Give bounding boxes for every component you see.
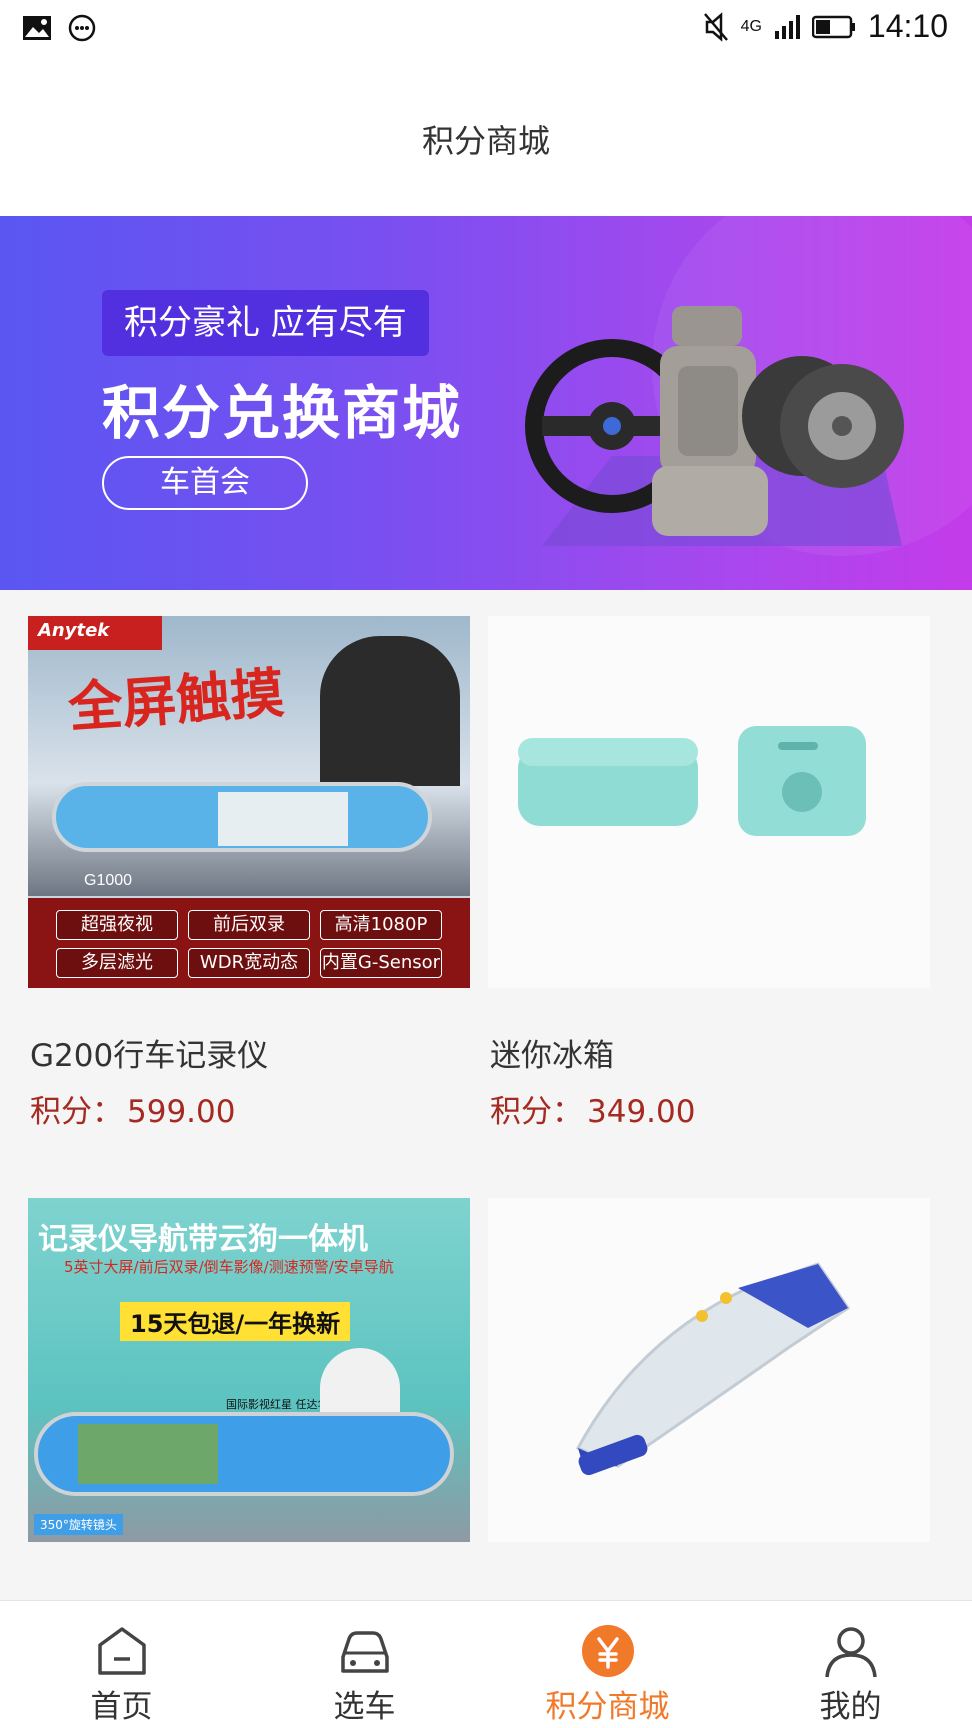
product-price: 积分： 599.00 bbox=[30, 1086, 235, 1131]
image-corner-label: 350°旋转镜头 bbox=[34, 1514, 123, 1535]
banner-headline: 积分兑换商城 bbox=[102, 379, 463, 447]
signal-icon bbox=[774, 14, 800, 39]
spokesperson-image bbox=[320, 636, 460, 786]
image-promo: 15天包退/一年换新 bbox=[120, 1302, 351, 1341]
mute-icon bbox=[703, 11, 728, 42]
tab-profile[interactable]: 我的 bbox=[729, 1601, 972, 1728]
status-bar: 4G 14:10 bbox=[0, 0, 972, 56]
product-card[interactable]: Anytek 全屏触摸 G1000 超强夜视 前后双录 高清1080P 多层滤光… bbox=[28, 616, 470, 1130]
feature-tag: 高清1080P bbox=[320, 910, 442, 940]
promo-banner[interactable]: 积分豪礼 应有尽有 积分兑换商城 车首会 bbox=[0, 216, 972, 590]
mini-fridge-image bbox=[518, 726, 866, 836]
tab-label: 积分商城 bbox=[545, 1689, 670, 1725]
tab-label: 选车 bbox=[333, 1689, 396, 1725]
product-image[interactable] bbox=[488, 1198, 930, 1542]
tab-home[interactable]: 首页 bbox=[0, 1601, 243, 1728]
feature-tag: 超强夜视 bbox=[56, 910, 178, 940]
price-value: 349.00 bbox=[587, 1094, 696, 1130]
price-label: 积分： bbox=[490, 1094, 583, 1130]
feature-tag: WDR宽动态 bbox=[188, 948, 310, 978]
profile-icon bbox=[824, 1627, 877, 1678]
banner-button[interactable]: 车首会 bbox=[102, 456, 308, 510]
car-vacuum-image bbox=[575, 1262, 851, 1476]
tab-label: 我的 bbox=[819, 1689, 882, 1725]
clock: 14:10 bbox=[867, 8, 948, 44]
image-icon bbox=[23, 16, 51, 40]
battery-icon bbox=[811, 15, 855, 38]
feature-tag: 前后双录 bbox=[188, 910, 310, 940]
tab-points-mall[interactable]: 积分商城 bbox=[486, 1601, 729, 1728]
price-value: 599.00 bbox=[127, 1094, 236, 1130]
car-accessories-illustration bbox=[525, 306, 904, 546]
brand-logo: Anytek bbox=[38, 620, 110, 641]
feature-tag: 内置G-Sensor bbox=[320, 948, 442, 978]
price-label: 积分： bbox=[30, 1094, 123, 1130]
image-endorser: 国际影视红星 任达华 bbox=[226, 1398, 329, 1411]
model-number: G1000 bbox=[84, 872, 133, 889]
car-icon bbox=[340, 1631, 389, 1673]
image-headline: 记录仪导航带云狗一体机 bbox=[38, 1222, 368, 1257]
product-card[interactable] bbox=[488, 1198, 930, 1542]
tab-label: 首页 bbox=[90, 1689, 153, 1725]
feature-tag: 多层滤光 bbox=[56, 948, 178, 978]
product-image[interactable]: Anytek 全屏触摸 G1000 超强夜视 前后双录 高清1080P 多层滤光… bbox=[28, 616, 470, 988]
product-image[interactable]: 记录仪导航带云狗一体机 5英寸大屏/前后双录/倒车影像/测速预警/安卓导航 15… bbox=[28, 1198, 470, 1542]
image-subline: 5英寸大屏/前后双录/倒车影像/测速预警/安卓导航 bbox=[64, 1258, 394, 1276]
product-image[interactable] bbox=[488, 616, 930, 988]
product-card[interactable]: 迷你冰箱 积分： 349.00 bbox=[488, 616, 930, 1130]
product-card[interactable]: 记录仪导航带云狗一体机 5英寸大屏/前后双录/倒车影像/测速预警/安卓导航 15… bbox=[28, 1198, 470, 1542]
message-icon bbox=[68, 14, 96, 42]
page-title: 积分商城 bbox=[421, 122, 550, 160]
home-icon bbox=[97, 1627, 146, 1675]
product-name[interactable]: G200行车记录仪 bbox=[30, 1030, 268, 1075]
banner-tagline: 积分豪礼 应有尽有 bbox=[102, 290, 429, 356]
page-header: 积分商城 bbox=[0, 56, 972, 216]
points-mall-icon bbox=[581, 1625, 634, 1677]
product-price: 积分： 349.00 bbox=[490, 1086, 695, 1131]
bottom-tab-bar: 首页 选车 积分商城 我的 bbox=[0, 1600, 972, 1728]
image-slogan: 全屏触摸 bbox=[66, 661, 287, 740]
tab-select-car[interactable]: 选车 bbox=[243, 1601, 486, 1728]
network-type: 4G bbox=[740, 17, 762, 35]
product-name[interactable]: 迷你冰箱 bbox=[490, 1030, 614, 1075]
